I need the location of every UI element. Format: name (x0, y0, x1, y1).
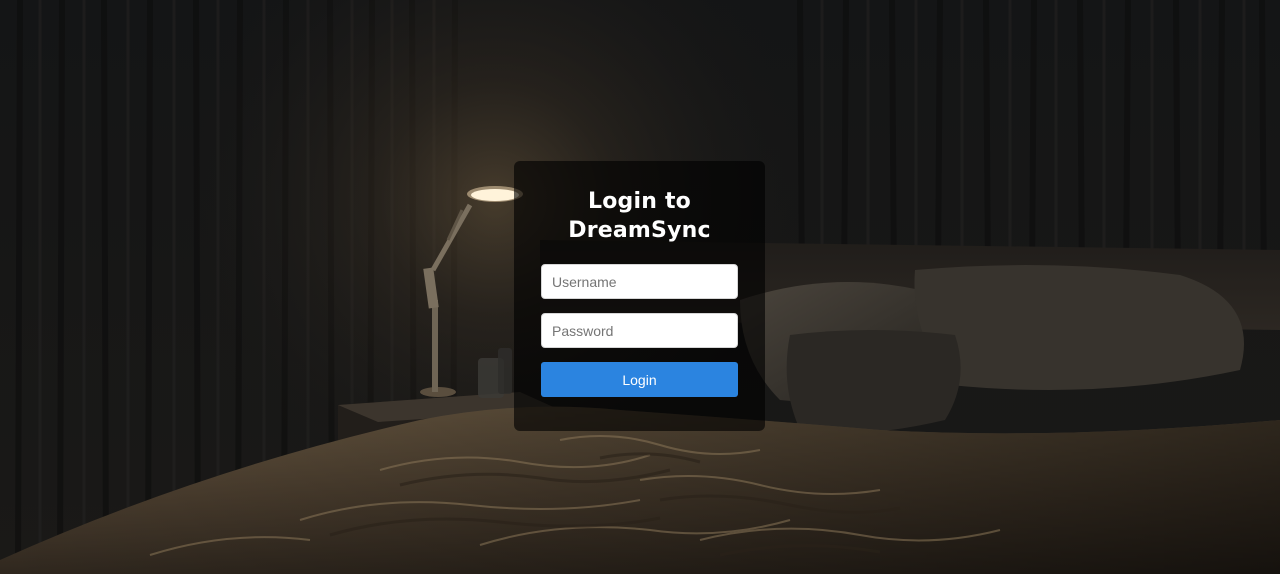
login-button[interactable]: Login (541, 362, 738, 397)
password-input[interactable] (541, 313, 738, 348)
username-input[interactable] (541, 264, 738, 299)
login-title: Login to DreamSync (568, 189, 711, 243)
login-card: Login to DreamSync Login (514, 161, 765, 431)
